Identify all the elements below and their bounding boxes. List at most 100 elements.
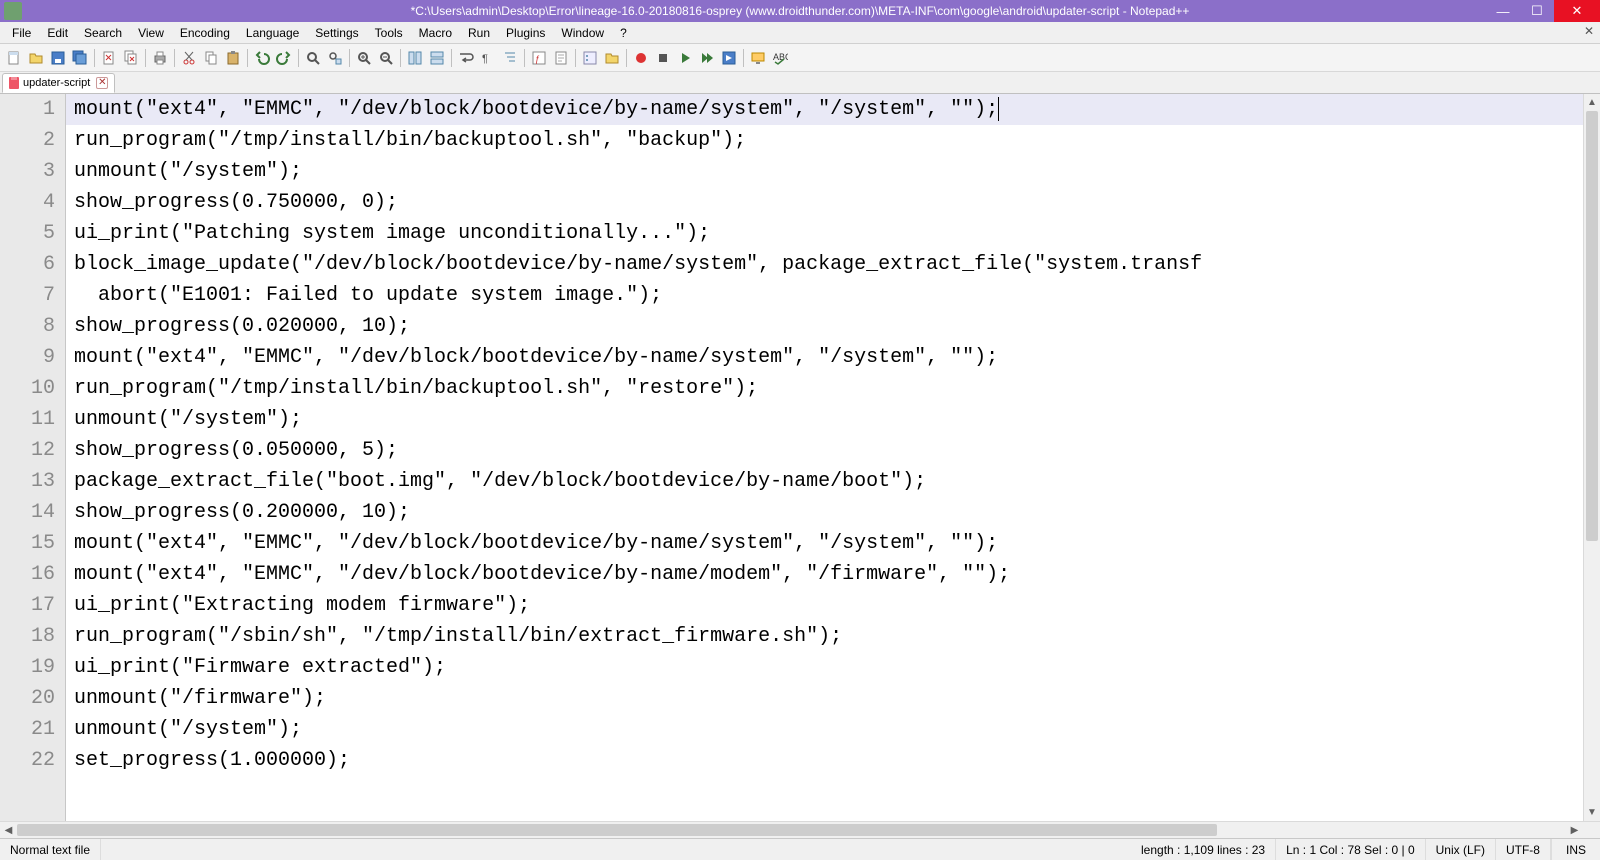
editor-area: 12345678910111213141516171819202122 moun… xyxy=(0,94,1600,821)
toolbar-separator xyxy=(575,49,576,67)
replace-icon[interactable] xyxy=(325,48,345,68)
menu-language[interactable]: Language xyxy=(238,24,307,42)
close-icon[interactable] xyxy=(99,48,119,68)
scroll-right-icon[interactable]: ▶ xyxy=(1566,822,1583,838)
line-number-gutter: 12345678910111213141516171819202122 xyxy=(0,94,66,821)
menu-encoding[interactable]: Encoding xyxy=(172,24,238,42)
code-line[interactable]: show_progress(0.200000, 10); xyxy=(66,497,1583,528)
save-icon[interactable] xyxy=(48,48,68,68)
paste-icon[interactable] xyxy=(223,48,243,68)
save-all-icon[interactable] xyxy=(70,48,90,68)
code-line[interactable]: show_progress(0.050000, 5); xyxy=(66,435,1583,466)
code-line[interactable]: ui_print("Patching system image uncondit… xyxy=(66,218,1583,249)
code-line[interactable]: package_extract_file("boot.img", "/dev/b… xyxy=(66,466,1583,497)
code-line[interactable]: show_progress(0.020000, 10); xyxy=(66,311,1583,342)
code-line[interactable]: run_program("/tmp/install/bin/backuptool… xyxy=(66,373,1583,404)
zoom-in-icon[interactable] xyxy=(354,48,374,68)
zoom-out-icon[interactable] xyxy=(376,48,396,68)
redo-icon[interactable] xyxy=(274,48,294,68)
new-file-icon[interactable] xyxy=(4,48,24,68)
window-title: *C:\Users\admin\Desktop\Error\lineage-16… xyxy=(0,4,1600,18)
code-line[interactable]: mount("ext4", "EMMC", "/dev/block/bootde… xyxy=(66,528,1583,559)
line-number: 18 xyxy=(0,621,55,652)
code-line[interactable]: unmount("/system"); xyxy=(66,404,1583,435)
code-line[interactable]: run_program("/tmp/install/bin/backuptool… xyxy=(66,125,1583,156)
code-line[interactable]: unmount("/system"); xyxy=(66,156,1583,187)
horizontal-scroll-thumb[interactable] xyxy=(17,824,1217,836)
status-filetype: Normal text file xyxy=(0,839,101,860)
toolbar-separator xyxy=(400,49,401,67)
menu-run[interactable]: Run xyxy=(460,24,498,42)
menu-macro[interactable]: Macro xyxy=(411,24,460,42)
scroll-down-icon[interactable]: ▼ xyxy=(1584,804,1600,821)
vertical-scroll-thumb[interactable] xyxy=(1586,111,1598,541)
code-line[interactable]: set_progress(1.000000); xyxy=(66,745,1583,776)
code-line[interactable]: mount("ext4", "EMMC", "/dev/block/bootde… xyxy=(66,342,1583,373)
sync-h-icon[interactable] xyxy=(427,48,447,68)
find-icon[interactable] xyxy=(303,48,323,68)
cut-icon[interactable] xyxy=(179,48,199,68)
line-number: 15 xyxy=(0,528,55,559)
scroll-left-icon[interactable]: ◀ xyxy=(0,822,17,838)
code-line[interactable]: abort("E1001: Failed to update system im… xyxy=(66,280,1583,311)
save-macro-icon[interactable] xyxy=(719,48,739,68)
scroll-up-icon[interactable]: ▲ xyxy=(1584,94,1600,111)
menu-edit[interactable]: Edit xyxy=(39,24,76,42)
toolbar-separator xyxy=(298,49,299,67)
menu-settings[interactable]: Settings xyxy=(307,24,366,42)
tab-close-icon[interactable]: ✕ xyxy=(96,77,108,89)
status-insert-mode: INS xyxy=(1551,839,1600,860)
lang-icon[interactable]: ƒ xyxy=(529,48,549,68)
file-tab-updater-script[interactable]: updater-script ✕ xyxy=(2,73,115,93)
wordwrap-icon[interactable] xyxy=(456,48,476,68)
copy-icon[interactable] xyxy=(201,48,221,68)
code-line[interactable]: ui_print("Extracting modem firmware"); xyxy=(66,590,1583,621)
monitor-icon[interactable] xyxy=(748,48,768,68)
menu-search[interactable]: Search xyxy=(76,24,130,42)
text-caret xyxy=(998,97,999,121)
code-line[interactable]: run_program("/sbin/sh", "/tmp/install/bi… xyxy=(66,621,1583,652)
undo-icon[interactable] xyxy=(252,48,272,68)
vertical-scrollbar[interactable]: ▲ ▼ xyxy=(1583,94,1600,821)
play-icon[interactable] xyxy=(675,48,695,68)
menu-window[interactable]: Window xyxy=(553,24,612,42)
doc-map-icon[interactable] xyxy=(551,48,571,68)
menu-plugins[interactable]: Plugins xyxy=(498,24,553,42)
spellcheck-icon[interactable]: ABC xyxy=(770,48,790,68)
sync-v-icon[interactable] xyxy=(405,48,425,68)
minimize-button[interactable]: — xyxy=(1486,0,1520,22)
close-window-button[interactable]: ✕ xyxy=(1554,0,1600,22)
line-number: 21 xyxy=(0,714,55,745)
close-all-icon[interactable] xyxy=(121,48,141,68)
menu-[interactable]: ? xyxy=(612,24,635,42)
print-icon[interactable] xyxy=(150,48,170,68)
code-editor[interactable]: mount("ext4", "EMMC", "/dev/block/bootde… xyxy=(66,94,1583,821)
function-list-icon[interactable] xyxy=(580,48,600,68)
menu-file[interactable]: File xyxy=(4,24,39,42)
folder-icon[interactable] xyxy=(602,48,622,68)
open-file-icon[interactable] xyxy=(26,48,46,68)
menubar-close-icon[interactable]: ✕ xyxy=(1584,24,1594,38)
record-icon[interactable] xyxy=(631,48,651,68)
menu-view[interactable]: View xyxy=(130,24,172,42)
window-controls: — ☐ ✕ xyxy=(1486,0,1600,22)
code-line[interactable]: mount("ext4", "EMMC", "/dev/block/bootde… xyxy=(66,559,1583,590)
play-multi-icon[interactable] xyxy=(697,48,717,68)
tab-bar: updater-script ✕ xyxy=(0,72,1600,94)
menu-tools[interactable]: Tools xyxy=(367,24,411,42)
all-chars-icon[interactable]: ¶ xyxy=(478,48,498,68)
code-line[interactable]: ui_print("Firmware extracted"); xyxy=(66,652,1583,683)
indent-guide-icon[interactable] xyxy=(500,48,520,68)
toolbar-separator xyxy=(94,49,95,67)
code-line[interactable]: block_image_update("/dev/block/bootdevic… xyxy=(66,249,1583,280)
line-number: 5 xyxy=(0,218,55,249)
horizontal-scrollbar[interactable]: ◀ ▶ xyxy=(0,821,1600,838)
code-line[interactable]: mount("ext4", "EMMC", "/dev/block/bootde… xyxy=(66,94,1583,125)
code-line[interactable]: show_progress(0.750000, 0); xyxy=(66,187,1583,218)
horizontal-scroll-track[interactable] xyxy=(17,822,1566,838)
line-number: 16 xyxy=(0,559,55,590)
code-line[interactable]: unmount("/firmware"); xyxy=(66,683,1583,714)
maximize-button[interactable]: ☐ xyxy=(1520,0,1554,22)
code-line[interactable]: unmount("/system"); xyxy=(66,714,1583,745)
stop-icon[interactable] xyxy=(653,48,673,68)
